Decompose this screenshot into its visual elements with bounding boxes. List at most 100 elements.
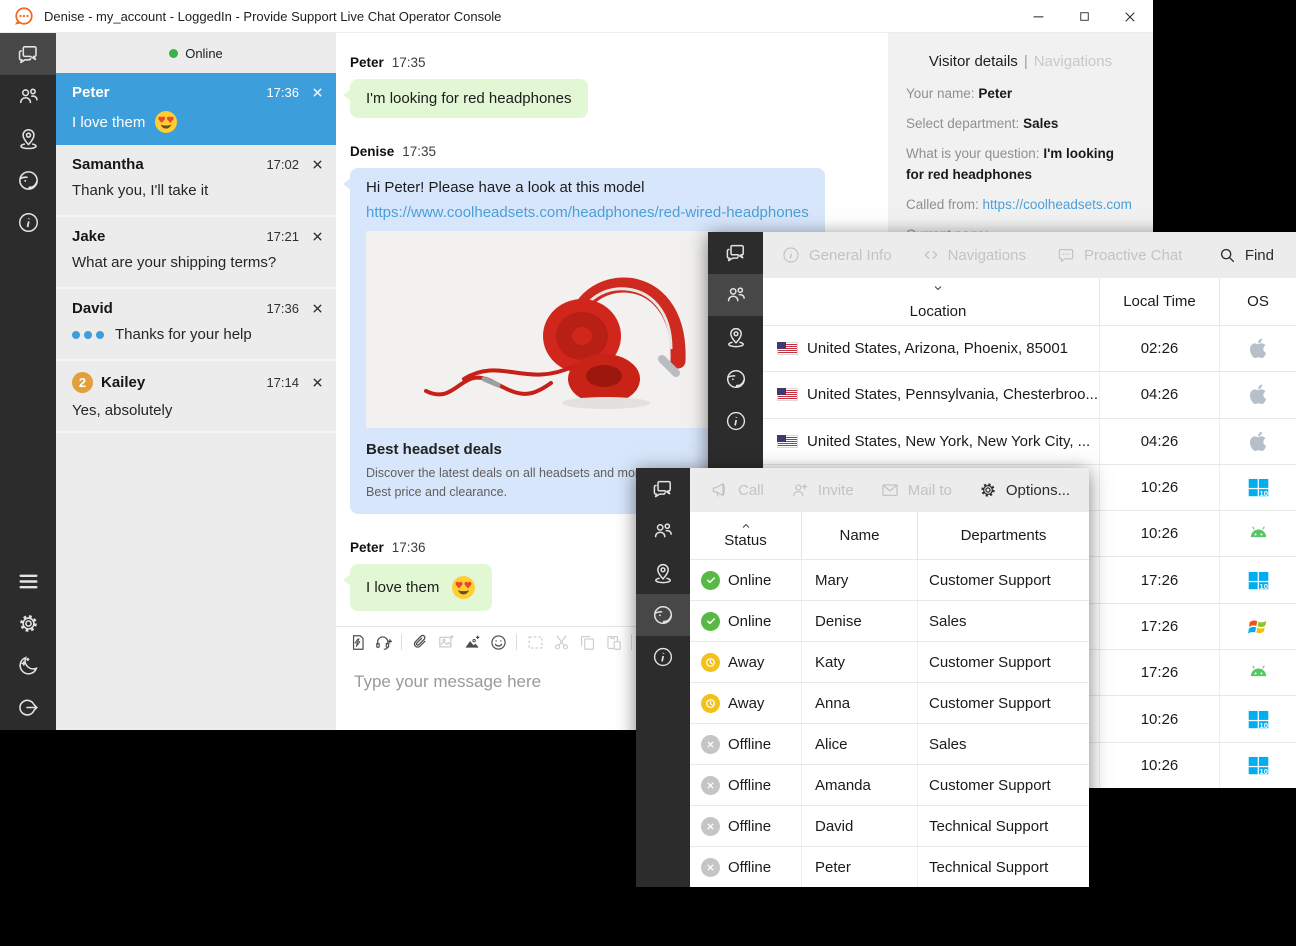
close-button[interactable] [1107,0,1153,33]
info-icon [781,245,801,265]
close-chat-icon[interactable] [311,376,324,389]
paste-icon[interactable] [600,630,626,654]
close-chat-icon[interactable] [311,86,324,99]
visitor-row[interactable]: United States, Pennsylvania, Chesterbroo… [763,371,1296,417]
options-button[interactable]: Options... [978,480,1070,500]
general-info-button[interactable]: General Info [781,245,892,265]
invite-button[interactable]: Invite [790,480,854,500]
status-offline-icon [701,817,720,836]
column-header-status[interactable]: Status [690,512,802,559]
operator-row[interactable]: Away Katy Customer Support [690,641,1089,682]
status-offline-icon [701,858,720,877]
sidebar-item-chats[interactable] [636,468,690,510]
close-chat-icon[interactable] [311,230,324,243]
sidebar-item-chats[interactable] [0,33,56,75]
sidebar-item-operators[interactable] [636,594,690,636]
maximize-button[interactable] [1061,0,1107,33]
sort-caret-down-icon [932,284,944,292]
call-button[interactable]: Call [710,480,764,500]
operator-headset-icon [651,603,675,627]
send-screenshot-icon[interactable] [459,630,485,654]
sidebar-item-visitors[interactable] [708,274,763,316]
sidebar-item-operators[interactable] [708,358,763,400]
column-header-departments[interactable]: Departments [918,512,1089,559]
close-chat-icon[interactable] [311,302,324,315]
chat-item-time: 17:02 [266,157,299,172]
status-away-icon [701,653,720,672]
operators-table: Status Name Departments Online Mary Cust… [690,512,1089,887]
column-header-local-time[interactable]: Local Time [1100,278,1220,325]
attach-file-icon[interactable] [407,630,433,654]
sidebar-item-geo-map[interactable] [0,117,56,159]
sidebar-item-info[interactable] [0,201,56,243]
chat-item-preview: What are your shipping terms? [72,254,324,271]
operators-list-window: Call Invite Mail to Options... Status Na… [636,468,1089,887]
send-image-icon[interactable] [433,630,459,654]
column-header-location[interactable]: Location [763,278,1100,325]
chat-list-item[interactable]: Samantha 17:02 Thank you, I'll take it [56,145,336,217]
column-header-name[interactable]: Name [802,512,918,559]
tab-navigations[interactable]: Navigations [1034,53,1112,70]
windows-legacy-os-icon [1246,614,1271,639]
status-offline-icon [701,735,720,754]
chat-item-preview: I love them [72,110,324,134]
proactive-chat-button[interactable]: Proactive Chat [1056,245,1182,265]
sidebar-item-theme[interactable] [0,644,56,686]
chat-item-name: Peter [72,84,266,101]
titlebar[interactable]: Denise - my_account - LoggedIn - Provide… [0,0,1153,33]
sidebar-item-settings[interactable] [0,602,56,644]
product-link[interactable]: https://www.coolheadsets.com/headphones/… [366,204,809,221]
visitor-row[interactable]: United States, New York, New York City, … [763,418,1296,464]
sidebar-item-chats[interactable] [708,232,763,274]
visitor-row[interactable]: United States, Arizona, Phoenix, 85001 0… [763,325,1296,371]
visitors-table-header: Location Local Time OS [763,278,1296,325]
apple-os-icon [1247,430,1270,453]
close-chat-icon[interactable] [311,158,324,171]
copy-icon[interactable] [574,630,600,654]
search-icon [1218,246,1237,265]
minimize-button[interactable] [1015,0,1061,33]
sidebar-item-menu[interactable] [0,560,56,602]
sidebar-item-logout[interactable] [0,686,56,728]
operator-status-label: Online [185,46,223,61]
chat-list-item[interactable]: Jake 17:21 What are your shipping terms? [56,217,336,289]
called-from-link[interactable]: https://coolheadsets.com [983,197,1132,212]
canned-response-icon[interactable] [344,630,370,654]
chat-list-item[interactable]: Peter 17:36 I love them [56,73,336,145]
navigations-button[interactable]: Navigations [922,246,1026,264]
chat-list-item[interactable]: 2 Kailey 17:14 Yes, absolutely [56,361,336,433]
invite-operator-icon[interactable] [370,630,396,654]
find-button[interactable]: Find [1218,246,1274,265]
operator-headset-icon [16,168,41,193]
chat-icon [651,477,675,501]
cut-icon[interactable] [548,630,574,654]
select-all-icon[interactable] [522,630,548,654]
sidebar-item-visitors[interactable] [636,510,690,552]
operator-status: Online [56,33,336,73]
operator-row[interactable]: Offline Alice Sales [690,723,1089,764]
sidebar-item-info[interactable] [708,400,763,442]
tab-visitor-details[interactable]: Visitor details [929,53,1018,70]
logout-icon [16,695,41,720]
sidebar-item-info[interactable] [636,636,690,678]
sort-caret-up-icon [740,522,752,530]
chat-item-preview: Yes, absolutely [72,402,324,419]
chat-list-item[interactable]: David 17:36 Thanks for your help [56,289,336,361]
hamburger-menu-icon [16,569,41,594]
operator-row[interactable]: Away Anna Customer Support [690,682,1089,723]
operator-row[interactable]: Offline Peter Technical Support [690,846,1089,887]
sidebar-item-geo-map[interactable] [708,316,763,358]
operator-row[interactable]: Offline Amanda Customer Support [690,764,1089,805]
sidebar-item-operators[interactable] [0,159,56,201]
operator-row[interactable]: Offline David Technical Support [690,805,1089,846]
mail-to-button[interactable]: Mail to [880,480,952,500]
operator-row[interactable]: Online Denise Sales [690,600,1089,641]
sidebar-item-visitors[interactable] [0,75,56,117]
emoji-picker-icon[interactable] [485,630,511,654]
sidebar-item-geo-map[interactable] [636,552,690,594]
operator-row[interactable]: Online Mary Customer Support [690,559,1089,600]
apple-os-icon [1247,383,1270,406]
chat-item-preview: Thanks for your help [72,326,324,343]
link-preview-image[interactable] [366,231,712,428]
column-header-os[interactable]: OS [1220,278,1296,325]
